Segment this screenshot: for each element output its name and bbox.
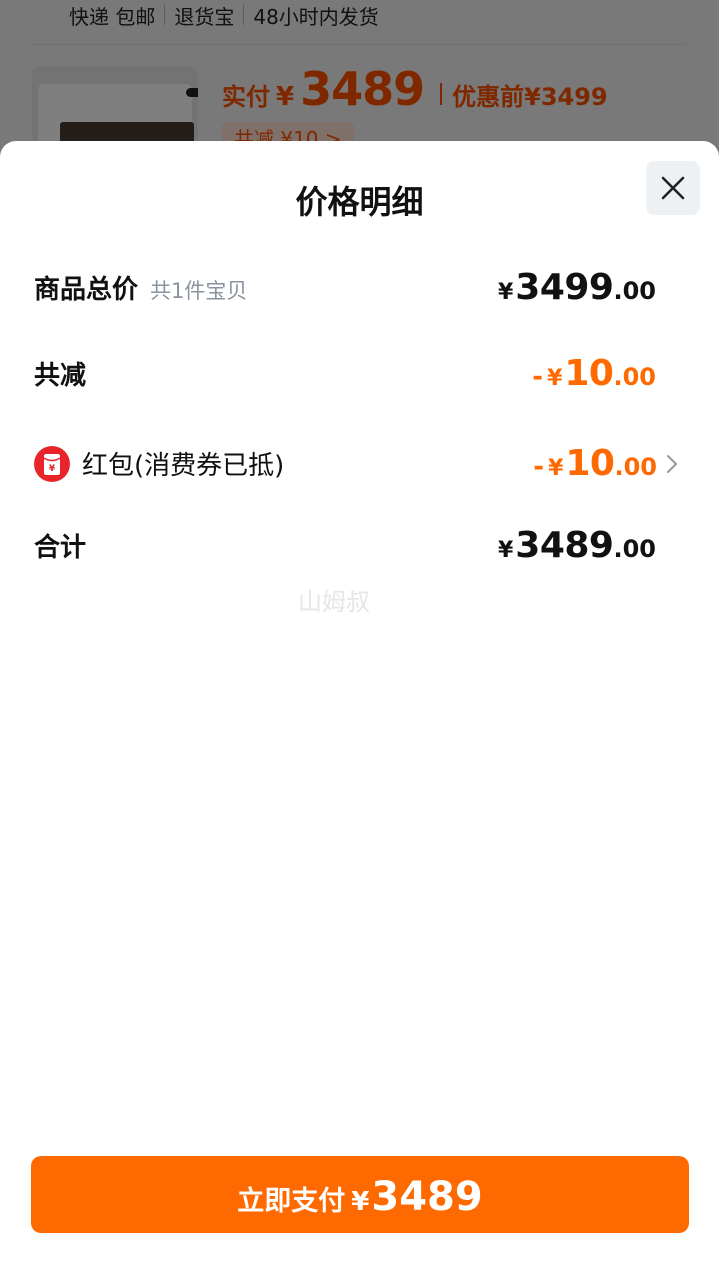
grand-total-amount: ¥ 3489 .00 <box>498 525 656 566</box>
currency-symbol: ¥ <box>548 456 564 481</box>
amount-decimal: .00 <box>613 363 656 391</box>
amount-integer: 10 <box>564 353 614 394</box>
row-label: 红包(消费券已抵) <box>82 451 285 481</box>
row-goods-total: 商品总价 共1件宝贝 ¥ 3499 .00 <box>34 267 656 308</box>
price-detail-sheet: 价格明细 商品总价 共1件宝贝 ¥ 3499 .00 共减 - ¥ 10 .00 <box>0 141 719 1263</box>
red-packet-amount: - ¥ 10 .00 <box>533 443 657 484</box>
red-packet-icon: ¥ <box>34 445 70 482</box>
currency-symbol: ¥ <box>497 538 514 563</box>
row-grand-total: 合计 ¥ 3489 .00 <box>34 525 656 566</box>
row-label: 共减 <box>34 361 87 391</box>
close-icon <box>661 176 685 200</box>
amount-decimal: .00 <box>613 535 656 563</box>
watermark: 山姆叔 <box>298 588 370 616</box>
total-discount-amount: - ¥ 10 .00 <box>532 353 656 394</box>
amount-decimal: .00 <box>613 277 656 305</box>
amount-integer: 10 <box>565 443 615 484</box>
currency-symbol: ¥ <box>497 280 514 305</box>
chevron-right-icon <box>667 454 677 473</box>
amount-integer: 3499 <box>515 267 614 308</box>
minus-sign: - <box>533 452 545 482</box>
currency-symbol: ¥ <box>351 1187 370 1217</box>
amount-integer: 3489 <box>515 525 614 566</box>
row-label: 商品总价 <box>34 275 139 305</box>
row-red-packet[interactable]: ¥ 红包(消费券已抵) - ¥ 10 .00 <box>34 443 679 484</box>
minus-sign: - <box>532 362 544 392</box>
pay-now-button[interactable]: 立即支付 ¥ 3489 <box>31 1156 689 1233</box>
pay-label: 立即支付 <box>237 1186 346 1217</box>
row-label: 合计 <box>34 533 87 563</box>
row-total-discount: 共减 - ¥ 10 .00 <box>34 353 656 394</box>
item-count: 共1件宝贝 <box>150 279 248 303</box>
amount-decimal: .00 <box>614 453 657 481</box>
currency-symbol: ¥ <box>547 366 563 391</box>
close-button[interactable] <box>646 161 700 215</box>
svg-text:¥: ¥ <box>49 464 56 474</box>
pay-amount: 3489 <box>371 1174 483 1220</box>
sheet-title: 价格明细 <box>295 183 424 221</box>
goods-total-amount: ¥ 3499 .00 <box>498 267 656 308</box>
